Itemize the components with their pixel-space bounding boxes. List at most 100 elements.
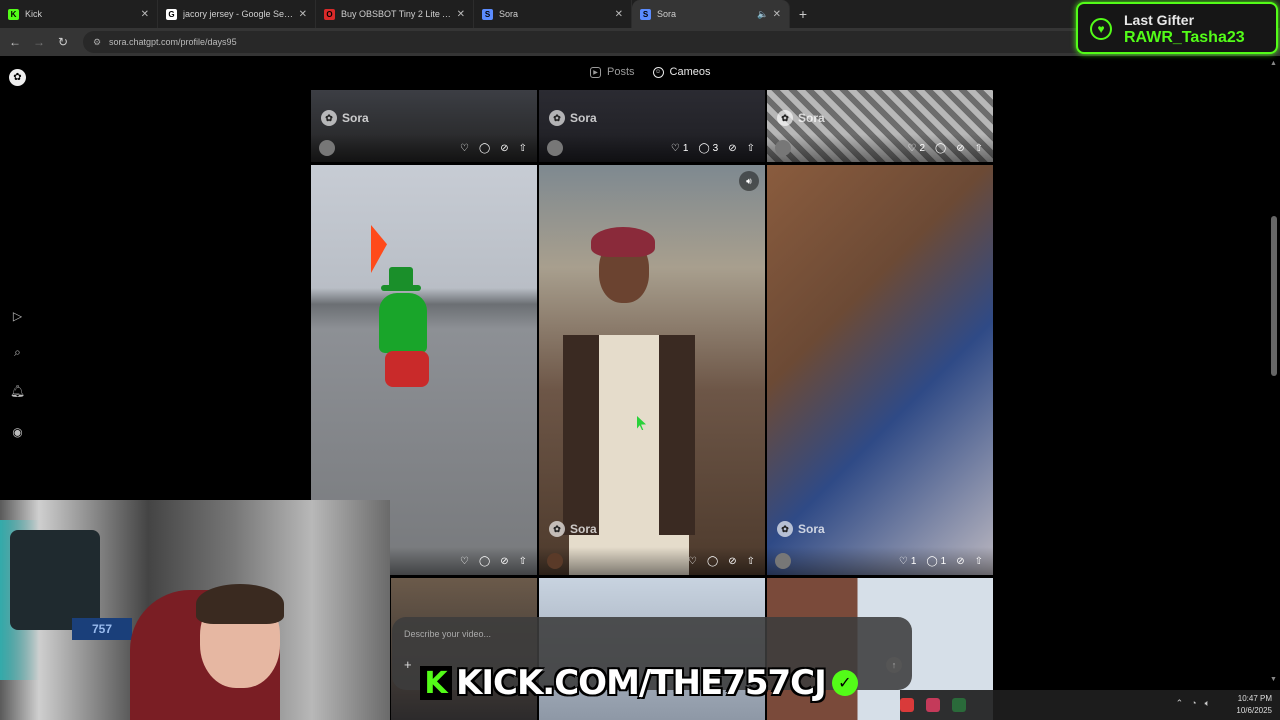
sora-watermark-icon: ✿: [549, 521, 565, 537]
comment-button[interactable]: ◯: [479, 556, 490, 567]
like-count: 1: [910, 555, 917, 567]
comment-button[interactable]: ◯ 3: [698, 143, 718, 154]
share-icon: ⇧: [974, 142, 983, 154]
share-button[interactable]: ⇧: [747, 556, 755, 567]
tab-kick[interactable]: K Kick ✕: [0, 0, 158, 28]
back-icon[interactable]: ←: [3, 30, 27, 54]
site-info-icon[interactable]: ⚙: [93, 37, 103, 47]
close-icon[interactable]: ✕: [773, 9, 781, 20]
close-icon[interactable]: ✕: [141, 9, 149, 20]
last-gifter-name: RAWR_Tasha23: [1124, 29, 1245, 46]
leprechaun-figure: [379, 267, 429, 387]
like-button[interactable]: ♡ 1: [899, 556, 917, 567]
card-actions: ♡ 1 ◯ 3 ⊘ ⇧: [539, 134, 765, 162]
avatar[interactable]: [547, 553, 563, 569]
webcam-sign: 757: [72, 618, 132, 640]
search-icon[interactable]: ⌕: [9, 344, 26, 361]
remix-icon: ⊘: [728, 555, 737, 567]
share-button[interactable]: ⇧: [519, 143, 527, 154]
remix-icon: ⊘: [500, 142, 509, 154]
comment-button[interactable]: ◯: [479, 143, 490, 154]
video-card[interactable]: ✿ Sora ♡ 2 ◯ ⊘ ⇧: [767, 90, 993, 162]
video-card[interactable]: ✿ Sora ♡ ◯ ⊘ ⇧: [311, 90, 537, 162]
remix-icon: ⊘: [956, 555, 965, 567]
comment-button[interactable]: ◯ 1: [926, 556, 946, 567]
share-button[interactable]: ⇧: [519, 556, 527, 567]
like-button[interactable]: ♡ 1: [671, 143, 689, 154]
forward-icon[interactable]: →: [27, 30, 51, 54]
remix-button[interactable]: ⊘: [728, 143, 736, 154]
flag-shape: [371, 225, 387, 273]
scrollbar-thumb[interactable]: [1271, 216, 1277, 376]
tab-obsbot[interactable]: O Buy OBSBOT Tiny 2 Lite AI-Pow ✕: [316, 0, 474, 28]
video-card[interactable]: ✿ Sora ♡ 1 ◯ 1 ⊘ ⇧: [767, 165, 993, 575]
avatar[interactable]: [775, 553, 791, 569]
like-button[interactable]: ♡: [460, 143, 469, 154]
app-icon[interactable]: [952, 698, 966, 712]
video-card[interactable]: ✿ Sora ♡ 1 ◯ 3 ⊘ ⇧: [539, 90, 765, 162]
remix-icon: ⊘: [728, 142, 737, 154]
speaker-icon[interactable]: 🔈: [757, 9, 768, 20]
comment-icon: ◯: [926, 555, 938, 567]
app-icon[interactable]: [926, 698, 940, 712]
kick-favicon-icon: K: [8, 8, 19, 20]
like-button[interactable]: ♡ 2: [907, 143, 925, 154]
heart-icon: ♡: [460, 142, 470, 154]
url-field[interactable]: ⚙ sora.chatgpt.com/profile/days95: [83, 31, 1193, 53]
remix-button[interactable]: ⊘: [728, 556, 736, 567]
close-icon[interactable]: ✕: [457, 9, 465, 20]
tab-label: Buy OBSBOT Tiny 2 Lite AI-Pow: [341, 9, 453, 19]
wifi-icon[interactable]: ◔: [1191, 698, 1196, 709]
remix-button[interactable]: ⊘: [500, 143, 508, 154]
tab-sora-active[interactable]: S Sora 🔈 ✕: [632, 0, 790, 28]
share-button[interactable]: ⇧: [975, 143, 983, 154]
like-count: 2: [919, 142, 926, 154]
app-icon[interactable]: [900, 698, 914, 712]
remix-button[interactable]: ⊘: [956, 143, 964, 154]
volume-icon[interactable]: 🔈︎: [1205, 698, 1210, 709]
like-button[interactable]: ♡: [688, 556, 697, 567]
tab-google-search[interactable]: G jacory jersey - Google Search ✕: [158, 0, 316, 28]
tab-cameos[interactable]: ☺ Cameos: [652, 66, 710, 78]
avatar[interactable]: [547, 140, 563, 156]
sora-watermark-icon: ✿: [777, 521, 793, 537]
remix-button[interactable]: ⊘: [500, 556, 508, 567]
video-card[interactable]: 🔊︎ ✿ Sora ♡ ◯ ⊘ ⇧: [539, 165, 765, 575]
clock[interactable]: 10:47 PM 10/6/2025: [1236, 693, 1272, 717]
new-tab-button[interactable]: +: [790, 0, 816, 28]
chevron-up-icon[interactable]: ⌃: [1176, 698, 1184, 709]
add-icon[interactable]: +: [404, 657, 412, 672]
remix-icon: ⊘: [500, 555, 509, 567]
card-actions: ♡ 2 ◯ ⊘ ⇧: [767, 134, 993, 162]
tab-sora-1[interactable]: S Sora ✕: [474, 0, 632, 28]
share-button[interactable]: ⇧: [975, 556, 983, 567]
speaker-icon[interactable]: 🔊︎: [739, 171, 759, 191]
close-icon[interactable]: ✕: [615, 9, 623, 20]
share-button[interactable]: ⇧: [747, 143, 755, 154]
avatar[interactable]: [775, 140, 791, 156]
sora-watermark: ✿ Sora: [321, 110, 369, 126]
like-button[interactable]: ♡: [460, 556, 469, 567]
avatar[interactable]: [319, 140, 335, 156]
heart-icon: ♡: [898, 555, 908, 567]
comment-icon: ◯: [479, 555, 491, 567]
page-scrollbar[interactable]: ▲ ▼: [1270, 56, 1277, 720]
share-icon: ⇧: [974, 555, 983, 567]
bell-icon[interactable]: 🔔︎: [9, 382, 26, 399]
scroll-down-icon[interactable]: ▼: [1270, 676, 1277, 683]
sora-logo-icon[interactable]: ✿: [9, 69, 26, 86]
tab-label: Sora: [499, 9, 519, 19]
profile-icon[interactable]: ◉: [9, 423, 26, 440]
comment-button[interactable]: ◯: [707, 556, 718, 567]
tab-posts[interactable]: ▶ Posts: [590, 66, 635, 78]
scroll-up-icon[interactable]: ▲: [1270, 60, 1277, 67]
play-icon: ▶: [590, 66, 601, 78]
remix-button[interactable]: ⊘: [956, 556, 964, 567]
obsbot-favicon-icon: O: [324, 8, 335, 20]
close-icon[interactable]: ✕: [299, 9, 307, 20]
prompt-input[interactable]: Describe your video...: [404, 629, 491, 639]
tab-label: Sora: [657, 9, 677, 19]
reload-icon[interactable]: ↻: [51, 30, 75, 54]
comment-button[interactable]: ◯: [935, 143, 946, 154]
video-icon[interactable]: ▷: [9, 307, 26, 324]
